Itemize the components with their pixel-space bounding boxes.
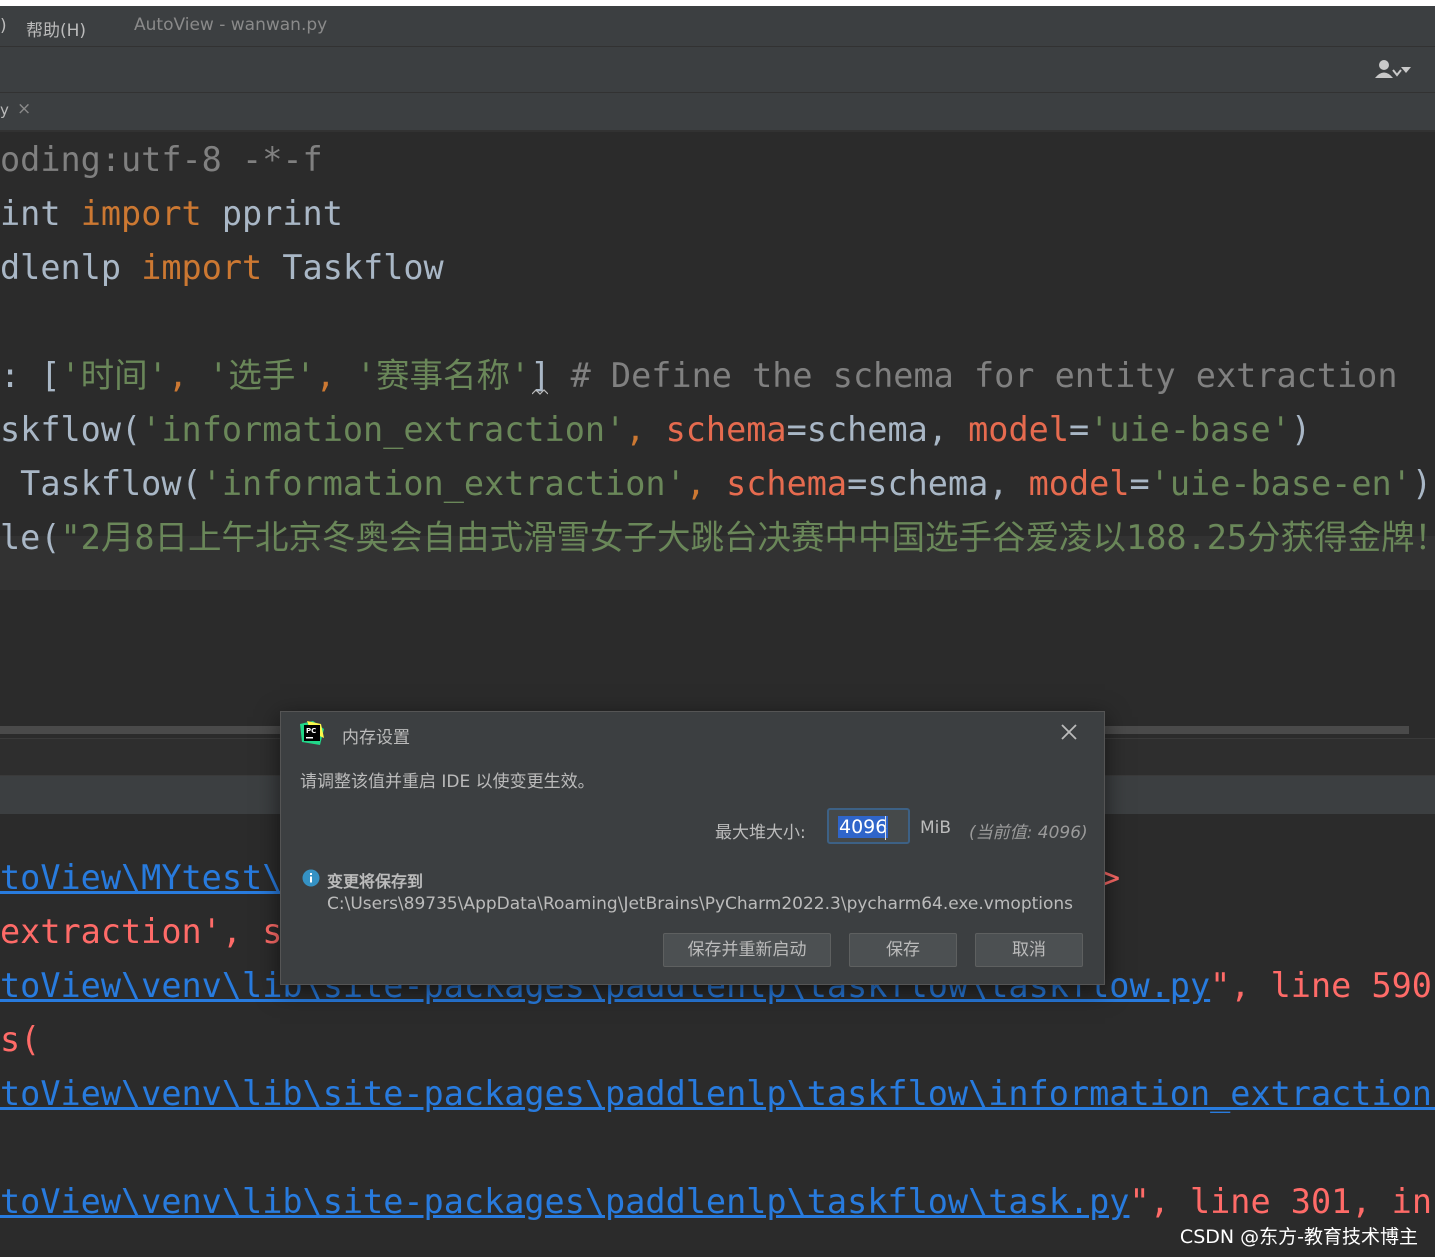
watermark: CSDN @东方-教育技术博主 — [1179, 1226, 1418, 1248]
info-icon — [302, 869, 320, 887]
user-menu-icon — [1375, 60, 1411, 78]
editor-tab-bar: y × — [0, 93, 1435, 132]
console-line: toView\MYtest\ > — [0, 858, 1121, 897]
save-location-path: C:\Users\89735\AppData\Roaming\JetBrains… — [327, 894, 1074, 914]
console-line: s( — [0, 1020, 41, 1059]
pycharm-logo-icon: PC — [300, 721, 324, 745]
code-line-2: int import pprint — [0, 194, 343, 233]
memory-settings-dialog: PC 内存设置 请调整该值并重启 IDE 以使变更生效。 最大堆大小: 4096… — [280, 711, 1105, 985]
heap-unit-label: MiB — [920, 818, 952, 838]
dialog-title: 内存设置 — [342, 728, 410, 748]
menu-item-help[interactable]: 帮助(H) — [26, 16, 86, 41]
console-line: toView\venv\lib\site-packages\paddlenlp\… — [0, 1182, 1432, 1221]
code-editor[interactable]: oding:utf-8 -*-f int import pprint dlenl… — [0, 132, 1435, 722]
tab-label: y — [0, 101, 9, 119]
code-line-3: dlenlp import Taskflow — [0, 248, 444, 287]
menu-item-fragment[interactable]: ) — [0, 16, 7, 36]
max-heap-label: 最大堆大小: — [715, 823, 806, 843]
toolbar — [0, 47, 1435, 93]
traceback-file-link[interactable]: toView\MYtest\ — [0, 858, 282, 897]
save-location-title: 变更将保存到 — [327, 872, 424, 891]
text-caret — [885, 816, 886, 840]
max-heap-input[interactable]: 4096 — [827, 808, 910, 844]
weak-warning-squiggle — [532, 389, 548, 395]
window-title: AutoView - wanwan.py — [134, 15, 328, 35]
code-line-schema: : ['时间', '选手', '赛事名称'] # Define the sche… — [0, 356, 1398, 395]
user-menu-button[interactable] — [1373, 58, 1413, 82]
cancel-button[interactable]: 取消 — [975, 933, 1083, 967]
traceback-file-link[interactable]: toView\venv\lib\site-packages\paddlenlp\… — [0, 1182, 1129, 1221]
dialog-description: 请调整该值并重启 IDE 以使变更生效。 — [300, 772, 595, 792]
code-line-1: oding:utf-8 -*-f — [0, 140, 323, 179]
tab-wanwan-py[interactable]: y × — [0, 93, 36, 130]
save-and-restart-button[interactable]: 保存并重新启动 — [663, 933, 831, 967]
tab-close-icon[interactable]: × — [17, 99, 31, 119]
svg-text:PC: PC — [306, 727, 316, 735]
max-heap-value: 4096 — [838, 816, 889, 838]
code-line-ie-en: Taskflow('information_extraction', schem… — [0, 464, 1433, 503]
menu-bar: ) 帮助(H) AutoView - wanwan.py — [0, 6, 1435, 47]
code-line-call: le("2月8日上午北京冬奥会自由式滑雪女子大跳台决赛中中国选手谷爱凌以188.… — [0, 518, 1435, 557]
code-line-ie-zh: skflow('information_extraction', schema=… — [0, 410, 1312, 449]
save-button[interactable]: 保存 — [849, 933, 957, 967]
console-line: extraction', s — [0, 912, 283, 951]
current-heap-value: (当前值: 4096) — [969, 823, 1088, 843]
console-line: toView\venv\lib\site-packages\paddlenlp\… — [0, 1067, 1435, 1121]
traceback-file-link[interactable]: toView\venv\lib\site-packages\paddlenlp\… — [0, 1074, 1435, 1113]
close-icon[interactable] — [1058, 721, 1080, 743]
